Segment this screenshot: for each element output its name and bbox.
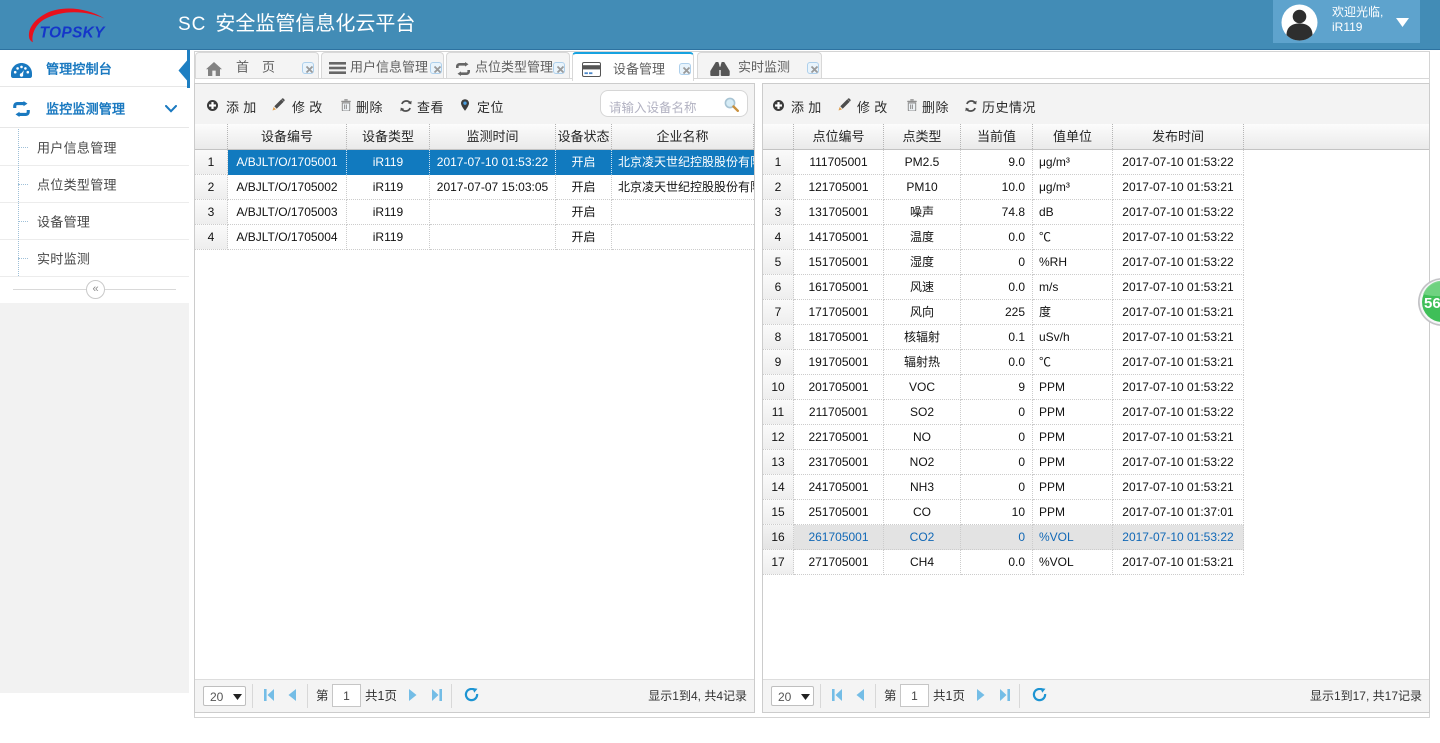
svg-text:56: 56	[1424, 295, 1440, 312]
svg-text:TOPSKY: TOPSKY	[40, 25, 107, 42]
